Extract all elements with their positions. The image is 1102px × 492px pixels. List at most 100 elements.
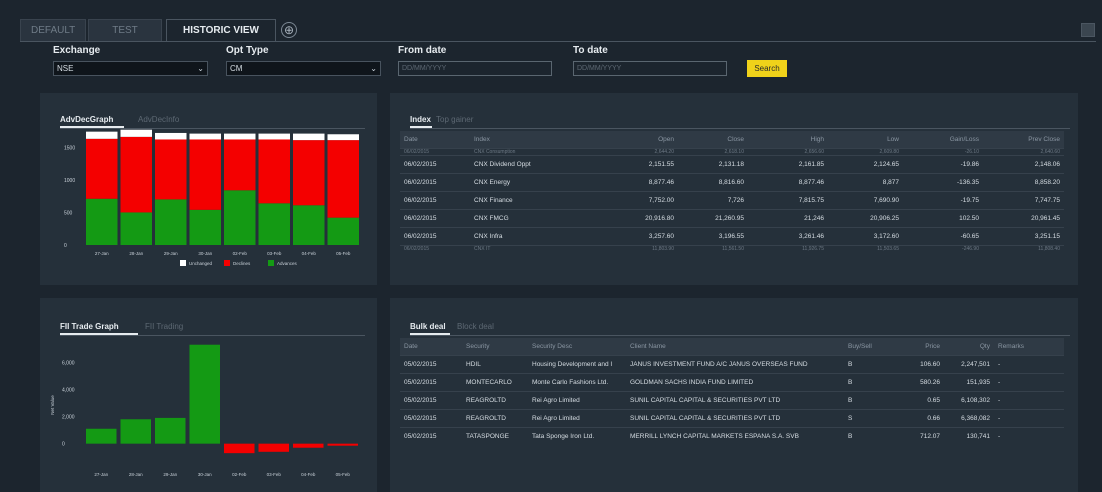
- bar: [293, 443, 324, 448]
- bulk-cell: 580.26: [904, 372, 944, 391]
- bulk-cell: -: [994, 354, 1064, 373]
- table-row[interactable]: 05/02/2015 MONTECARLO Monte Carlo Fashions…: [400, 372, 1064, 391]
- tab-rule: [410, 128, 1070, 129]
- bar-segment: [120, 212, 152, 245]
- bulk-col-header[interactable]: Price: [904, 338, 944, 355]
- bulk-cell: -: [994, 390, 1064, 409]
- tab-bulk-deal[interactable]: Bulk deal: [410, 322, 446, 331]
- index-col-header[interactable]: Date: [400, 131, 470, 148]
- y-tick-label: 0: [62, 442, 65, 448]
- table-row[interactable]: 05/02/2015 TATASPONGE Tata Sponge Iron Ltd…: [400, 426, 1064, 445]
- bar-segment: [224, 190, 256, 245]
- bar-segment: [258, 203, 290, 245]
- y-tick-label: 0: [64, 243, 67, 249]
- index-col-header[interactable]: Close: [678, 131, 748, 148]
- table-row[interactable]: 06/02/2015 CNX IT 11,803.90 11,561.50 11,926…: [400, 244, 1064, 252]
- index-cell: CNX IT: [470, 244, 600, 252]
- bulk-cell: 0.66: [904, 408, 944, 427]
- y-tick-label: 2,000: [62, 415, 75, 421]
- table-row[interactable]: 06/02/2015 CNX Infra 3,257.60 3,196.55 3,261…: [400, 226, 1064, 245]
- index-cell: 8,877.46: [748, 172, 828, 191]
- bar-segment: [120, 129, 152, 137]
- exchange-select[interactable]: NSE ⌄: [53, 61, 208, 76]
- bulk-cell: 712.07: [904, 426, 944, 445]
- x-tick-label: 30-Jan: [198, 251, 212, 256]
- bulk-cell: 130,741: [944, 426, 994, 445]
- tab-top-gainer[interactable]: Top gainer: [436, 115, 473, 124]
- bulk-cell: REAGROLTD: [462, 390, 528, 409]
- tab-historic-view[interactable]: HISTORIC VIEW: [166, 19, 276, 41]
- index-cell: 7,690.90: [828, 190, 903, 209]
- index-cell: 7,752.00: [600, 190, 678, 209]
- legend-swatch: [224, 260, 230, 266]
- table-row[interactable]: 06/02/2015 CNX Dividend Oppt 2,151.55 2,131…: [400, 154, 1064, 173]
- bulk-col-header[interactable]: Client Name: [626, 338, 844, 355]
- opt-type-select[interactable]: CM ⌄: [226, 61, 381, 76]
- bulk-col-header[interactable]: Date: [400, 338, 462, 355]
- opt-type-label: Opt Type: [226, 45, 269, 56]
- index-cell: 2,124.65: [828, 154, 903, 173]
- bulk-col-header[interactable]: Security: [462, 338, 528, 355]
- bulk-cell: Tata Sponge Iron Ltd.: [528, 426, 626, 445]
- bulk-cell: 106.60: [904, 354, 944, 373]
- index-cell: CNX Infra: [470, 226, 600, 245]
- table-row[interactable]: 06/02/2015 CNX Finance 7,752.00 7,726 7,815.…: [400, 190, 1064, 209]
- index-cell: 8,877: [828, 172, 903, 191]
- exchange-label: Exchange: [53, 45, 101, 56]
- bar-segment: [327, 140, 359, 218]
- add-tab-icon[interactable]: ⊕: [281, 22, 297, 38]
- table-row[interactable]: 06/02/2015 CNX Energy 8,877.46 8,816.60 8,87…: [400, 172, 1064, 191]
- bulk-col-header[interactable]: Buy/Sell: [844, 338, 904, 355]
- legend-swatch: [180, 260, 186, 266]
- bulk-cell: REAGROLTD: [462, 408, 528, 427]
- bulk-cell: B: [844, 426, 904, 445]
- bulk-col-header[interactable]: Security Desc: [528, 338, 626, 355]
- window-control-button[interactable]: [1081, 23, 1095, 37]
- tab-rule: [410, 335, 1070, 336]
- tab-test[interactable]: TEST: [88, 19, 162, 41]
- bar-segment: [258, 133, 290, 140]
- bulk-cell: 05/02/2015: [400, 372, 462, 391]
- legend-label: Advances: [277, 261, 298, 266]
- fii-trade-panel: FII Trade Graph FII Trading 0 2,000 4,000 6…: [40, 298, 377, 492]
- bar-segment: [155, 199, 187, 245]
- tab-divider: [20, 41, 1096, 42]
- x-tick-label: 03-Feb: [267, 472, 282, 477]
- bulk-cell: 6,108,302: [944, 390, 994, 409]
- index-panel: Index Top gainer Date Index Open Close High L…: [390, 93, 1078, 285]
- x-tick-label: 30-Jan: [198, 472, 212, 477]
- x-tick-label: 29-Jan: [163, 472, 177, 477]
- tab-default[interactable]: DEFAULT: [20, 19, 86, 41]
- index-col-header[interactable]: Low: [828, 131, 903, 148]
- search-button[interactable]: Search: [747, 60, 787, 77]
- index-cell: CNX FMCG: [470, 208, 600, 227]
- index-cell: 06/02/2015: [400, 226, 470, 245]
- chevron-down-icon: ⌄: [370, 64, 377, 73]
- table-row[interactable]: 06/02/2015 CNX Consumption 2,644.20 2,618.1…: [400, 147, 1064, 155]
- bulk-col-header[interactable]: Qty: [944, 338, 994, 355]
- bulk-cell: SUNIL CAPITAL CAPITAL & SECURITIES PVT L…: [626, 408, 844, 427]
- index-col-header[interactable]: Index: [470, 131, 600, 148]
- x-tick-label: 02-Feb: [232, 472, 247, 477]
- bulk-cell: -: [994, 426, 1064, 445]
- tab-index[interactable]: Index: [410, 115, 431, 124]
- table-row[interactable]: 05/02/2015 REAGROLTD Rei Agro Limited SUNIL…: [400, 408, 1064, 427]
- table-row[interactable]: 05/02/2015 REAGROLTD Rei Agro Limited SUNIL…: [400, 390, 1064, 409]
- index-cell: 2,640.60: [983, 147, 1064, 155]
- index-cell: -19.86: [903, 154, 983, 173]
- to-date-input[interactable]: DD/MM/YYYY: [573, 61, 727, 76]
- index-cell: 2,644.20: [600, 147, 678, 155]
- bulk-col-header[interactable]: Remarks: [994, 338, 1064, 355]
- table-row[interactable]: 06/02/2015 CNX FMCG 20,916.80 21,260.95 21,2…: [400, 208, 1064, 227]
- bulk-cell: 05/02/2015: [400, 354, 462, 373]
- index-cell: 06/02/2015: [400, 154, 470, 173]
- index-col-header[interactable]: High: [748, 131, 828, 148]
- index-cell: CNX Finance: [470, 190, 600, 209]
- tab-block-deal[interactable]: Block deal: [457, 322, 494, 331]
- index-col-header[interactable]: Prev Close: [983, 131, 1064, 148]
- bulk-cell: 151,935: [944, 372, 994, 391]
- from-date-input[interactable]: DD/MM/YYYY: [398, 61, 552, 76]
- index-col-header[interactable]: Gain/Loss: [903, 131, 983, 148]
- table-row[interactable]: 05/02/2015 HDIL Housing Development and IJ…: [400, 354, 1064, 373]
- index-col-header[interactable]: Open: [600, 131, 678, 148]
